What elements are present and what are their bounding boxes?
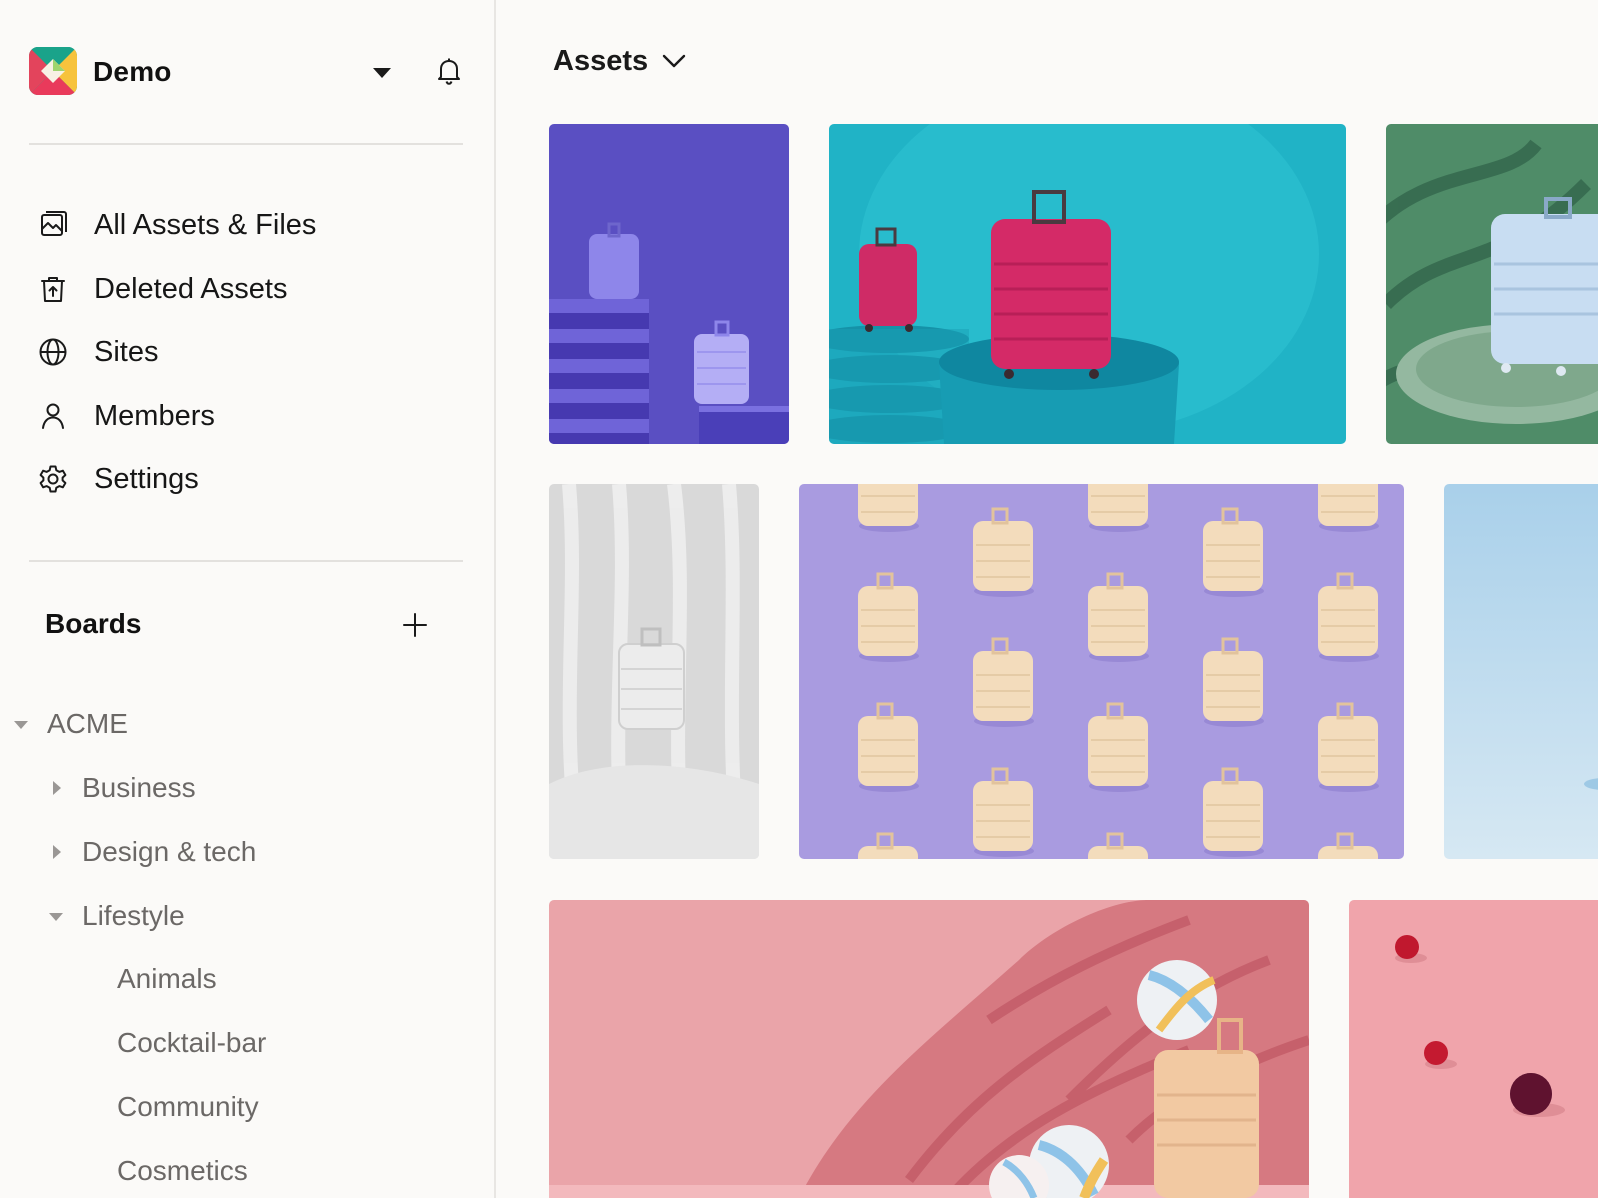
board-label: Cosmetics [117, 1155, 248, 1186]
chevron-down-icon [660, 47, 688, 75]
asset-thumbnail[interactable] [1349, 900, 1598, 1198]
user-icon [29, 398, 77, 434]
assets-view-switcher[interactable]: Assets [553, 36, 688, 86]
board-label: Animals [117, 963, 217, 994]
asset-thumbnail[interactable] [549, 484, 759, 859]
nav-item-label: Sites [94, 335, 159, 368]
nav-item-sites[interactable]: Sites [29, 327, 463, 377]
caret-down-icon[interactable] [362, 52, 402, 92]
board-label: Community [117, 1091, 259, 1122]
board-design-tech[interactable]: Design & tech [44, 828, 256, 876]
caret-down-icon[interactable] [44, 906, 68, 926]
nav-item-deleted-assets[interactable]: Deleted Assets [29, 264, 463, 314]
nav-item-label: Deleted Assets [94, 272, 288, 305]
board-label: Cocktail-bar [117, 1027, 267, 1058]
globe-icon [29, 334, 77, 370]
board-lifestyle[interactable]: Lifestyle [44, 892, 185, 940]
divider [29, 143, 463, 145]
add-board-icon[interactable] [395, 605, 435, 645]
board-label: Business [82, 772, 196, 803]
nav-item-members[interactable]: Members [29, 391, 463, 441]
nav-item-settings[interactable]: Settings [29, 454, 463, 504]
boards-heading: Boards [45, 608, 142, 639]
board-business[interactable]: Business [44, 764, 196, 812]
assets-icon [29, 207, 77, 243]
caret-down-icon[interactable] [9, 714, 33, 734]
board-acme[interactable]: ACME [9, 700, 128, 748]
asset-thumbnail[interactable] [1386, 124, 1598, 444]
board-community[interactable]: Community [117, 1083, 259, 1131]
trash-icon [29, 271, 77, 307]
page-title: Assets [553, 44, 649, 77]
sidebar: Demo All Assets & Files Deleted Assets S… [0, 0, 496, 1198]
workspace-logo [29, 47, 77, 95]
caret-right-icon[interactable] [44, 842, 68, 862]
board-cosmetics[interactable]: Cosmetics [117, 1147, 248, 1195]
workspace-switcher[interactable]: Demo [29, 46, 464, 98]
board-cocktail-bar[interactable]: Cocktail-bar [117, 1019, 266, 1067]
board-label: Design & tech [82, 836, 257, 867]
asset-thumbnail[interactable] [799, 484, 1404, 859]
bell-icon[interactable] [429, 50, 469, 90]
asset-thumbnail[interactable] [549, 124, 789, 444]
divider [29, 560, 463, 562]
asset-thumbnail[interactable] [549, 900, 1309, 1198]
caret-right-icon[interactable] [44, 778, 68, 798]
board-animals[interactable]: Animals [117, 955, 217, 1003]
nav-item-label: Members [94, 399, 215, 432]
workspace-name: Demo [93, 56, 172, 87]
board-label: Lifestyle [82, 900, 185, 931]
nav-item-all-assets[interactable]: All Assets & Files [29, 200, 463, 250]
board-label: ACME [47, 708, 128, 739]
gear-icon [29, 461, 77, 497]
asset-thumbnail[interactable] [1444, 484, 1598, 859]
nav-item-label: Settings [94, 462, 199, 495]
nav-item-label: All Assets & Files [94, 208, 317, 241]
asset-thumbnail[interactable] [829, 124, 1346, 444]
